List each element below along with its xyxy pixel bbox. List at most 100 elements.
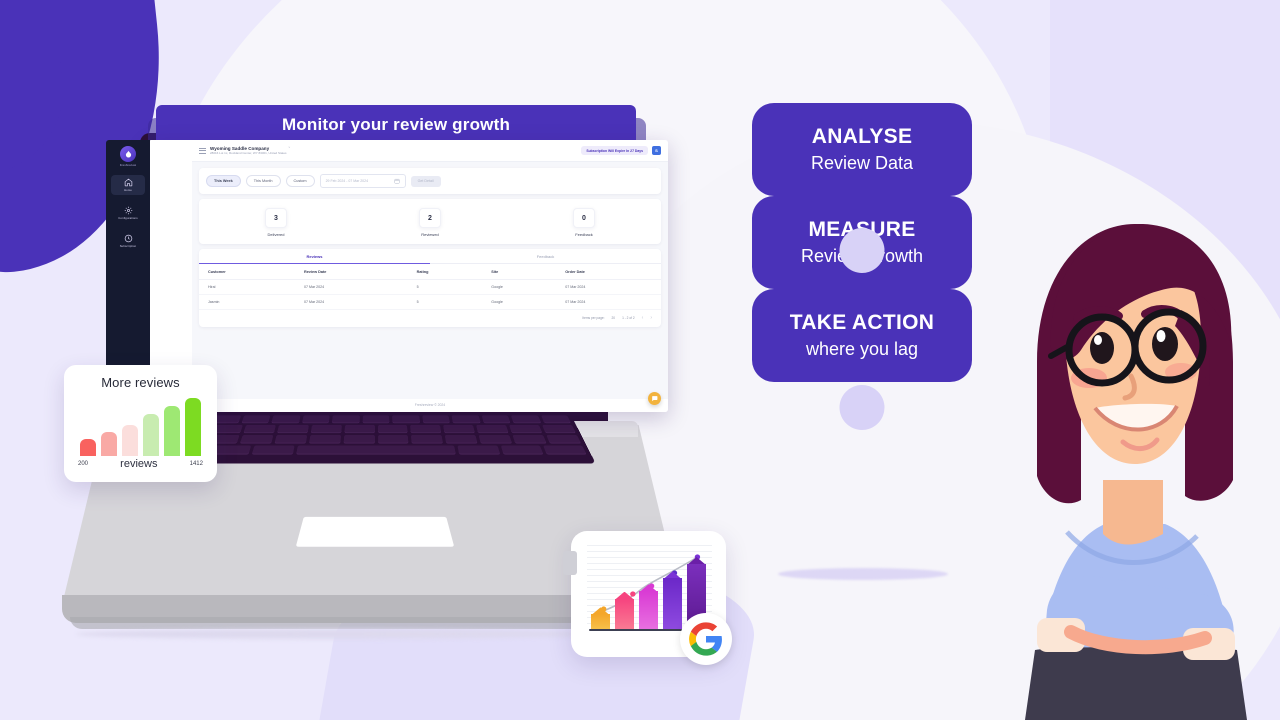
card-plate-decoration [563,551,577,575]
chat-bubble-icon [652,396,658,402]
stat-delivered-value: 3 [265,208,287,228]
panel-tabs: Reviews Feedback [199,249,661,264]
business-address: 28016 Lot 1c, Rockland Center, WY 83001,… [210,150,287,155]
step-analyse-sub: Review Data [810,153,914,173]
cell-review-date: 07 Mar 2024 [294,279,408,295]
chevron-down-icon: ˇ [288,147,291,154]
table-row[interactable]: Jasmin 07 Mar 2024 5 Google 07 Mar 2024 [199,294,661,310]
more-reviews-title: More reviews [101,375,180,390]
poster-canvas: Monitor your review growth Freshreview H… [0,0,1280,720]
dashboard-body: This Week This Month Custom 29 Feb 2024 … [192,162,668,333]
stat-reviewed: 2 Reviewed [353,208,507,237]
google-g-icon [680,613,732,665]
growth-chart-card [563,531,732,665]
chevron-left-icon[interactable]: ‹ [642,315,644,321]
items-per-page-value[interactable]: 20 [612,316,616,320]
chat-support-button[interactable] [648,392,661,405]
step-card-analyse: ANALYSE Review Data [752,103,972,196]
reviews-panel: Reviews Feedback Customer Review Date Ra… [199,249,661,327]
table-header-row: Customer Review Date Rating Site Order D… [199,264,661,280]
filter-toolbar: This Week This Month Custom 29 Feb 2024 … [199,168,661,194]
stat-feedback-value: 0 [573,208,595,228]
chart-bar [185,398,201,456]
app-logo-icon [120,146,136,162]
column-review-date: Review Date [294,264,408,280]
step-connector-dot [839,228,885,273]
cell-rating: 5 [407,294,483,310]
column-order-date: Order Date [556,264,661,280]
table-row[interactable]: Hiral 07 Mar 2024 5 Google 07 Mar 2024 [199,279,661,295]
stat-reviewed-label: Reviewed [421,232,439,237]
avatar[interactable]: S [652,146,661,155]
stats-row: 3 Delivered 2 Reviewed 0 Feedback [199,199,661,244]
more-reviews-card: More reviews 200 reviews 1412 [64,365,217,482]
app-logo-label: Freshreview [119,164,137,167]
menu-toggle-icon[interactable] [199,147,206,154]
sidebar-item-subscription-label: Subscription [119,244,137,248]
chart-bar [101,431,117,456]
stat-feedback-label: Feedback [575,232,593,237]
column-customer: Customer [199,264,295,280]
sidebar-item-configurations[interactable]: Configurations [111,203,145,223]
chart-bar [164,406,180,456]
sidebar-item-home[interactable]: Home [111,175,145,195]
filter-this-month[interactable]: This Month [245,175,281,187]
dashboard-main: Wyoming Saddle Company 28016 Lot 1c, Roc… [192,140,668,412]
cell-rating: 5 [407,279,483,295]
more-reviews-chart [76,398,205,456]
business-selector[interactable]: Wyoming Saddle Company 28016 Lot 1c, Roc… [210,146,290,156]
chart-bar [80,438,96,456]
stat-reviewed-value: 2 [419,208,441,228]
laptop-trackpad [295,516,455,547]
calendar-icon [394,178,400,184]
steps-ground-shadow [778,568,948,580]
step-connector-dot [839,385,885,430]
dashboard-footer: Freshreview © 2024 [192,399,668,412]
step-take-action-heading: TAKE ACTION [789,311,935,334]
cell-site: Google [482,279,557,295]
filter-custom[interactable]: Custom [285,175,315,187]
laptop-keyboard [156,413,596,464]
banner-title: Monitor your review growth [156,105,636,145]
subscription-status-badge: Subscription Will Expire In 27 Days [581,146,648,155]
axis-min-label: 200 [78,461,89,467]
cell-order-date: 07 Mar 2024 [556,294,661,310]
date-range-input[interactable]: 29 Feb 2024 - 07 Mar 2024 [319,174,406,188]
reviews-table: Customer Review Date Rating Site Order D… [199,264,661,310]
chart-bar [591,607,610,629]
cell-review-date: 07 Mar 2024 [294,294,408,310]
gear-icon [124,206,132,215]
filter-this-week[interactable]: This Week [206,175,241,187]
cell-customer: Hiral [199,279,295,295]
home-icon [124,178,132,187]
chevron-right-icon[interactable]: › [650,315,652,321]
dashboard-topbar: Wyoming Saddle Company 28016 Lot 1c, Roc… [192,140,668,162]
chart-bar [615,591,634,629]
laptop-ground-shadow [76,629,596,639]
date-range-value: 29 Feb 2024 - 07 Mar 2024 [325,179,369,183]
dashboard-sidebar: Freshreview Home Configurations Subscrip… [106,140,150,372]
step-take-action-sub: where you lag [805,339,919,359]
steps-column: ANALYSE Review Data MEASURE Review Growt… [752,103,972,430]
tab-reviews[interactable]: Reviews [199,254,430,264]
dashboard-window: Wyoming Saddle Company 28016 Lot 1c, Roc… [148,140,668,412]
clock-icon [124,234,132,243]
get-detail-button[interactable]: Get Detail [410,175,441,187]
stat-delivered-label: Delivered [267,232,285,237]
pagination-range: 1 - 2 of 2 [622,316,635,320]
cell-customer: Jasmin [199,294,295,310]
chart-bar [639,584,658,629]
step-card-take-action: TAKE ACTION where you lag [752,289,972,382]
chart-bar [663,571,682,629]
pagination: Items per page: 20 1 - 2 of 2 ‹ › [199,310,661,323]
tab-feedback[interactable]: Feedback [430,254,661,264]
step-analyse-heading: ANALYSE [811,125,913,148]
sidebar-item-configurations-label: Configurations [118,216,138,220]
sidebar-item-subscription[interactable]: Subscription [111,231,145,251]
chart-bar [122,424,138,456]
axis-caption: reviews [120,458,158,470]
stat-feedback: 0 Feedback [507,208,661,237]
column-rating: Rating [407,264,483,280]
axis-max-label: 1412 [189,461,203,467]
cell-site: Google [482,294,557,310]
